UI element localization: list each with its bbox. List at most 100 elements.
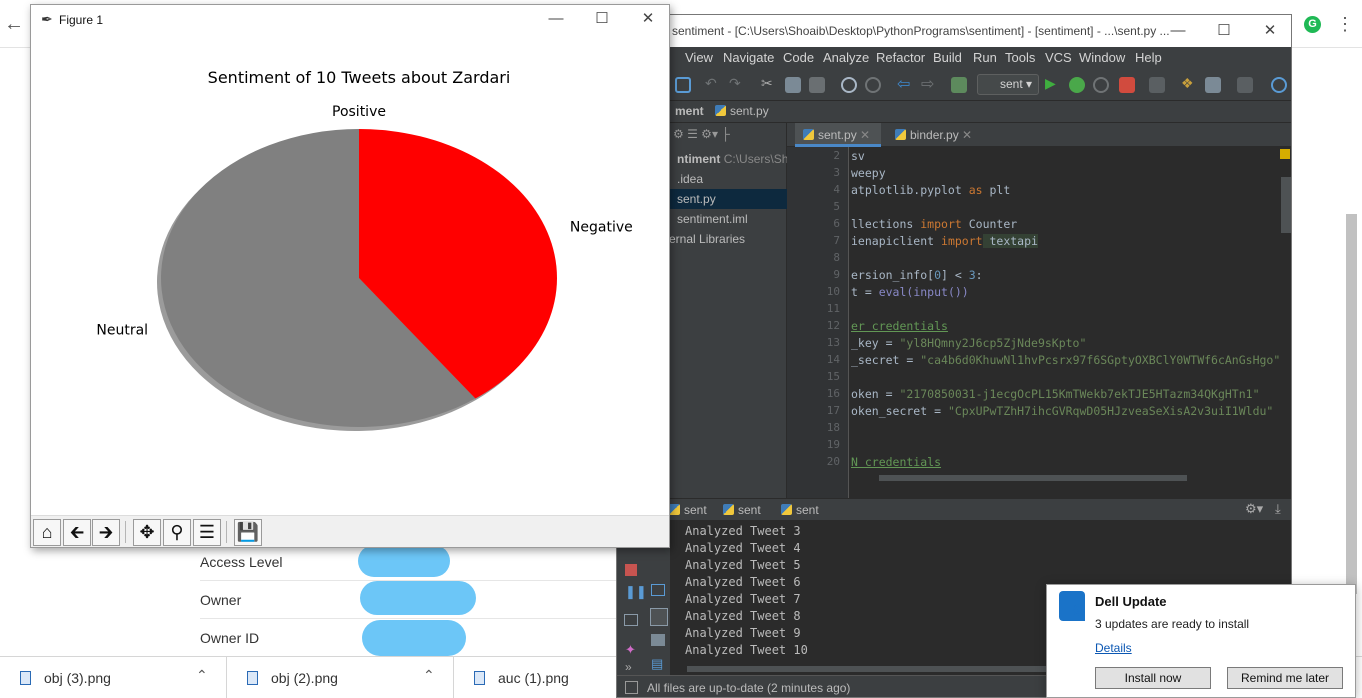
cut-icon[interactable]: ✂ xyxy=(761,75,777,91)
pan-icon[interactable]: ✥ xyxy=(133,519,161,546)
warning-marker[interactable] xyxy=(1280,149,1290,159)
remind-later-button[interactable]: Remind me later xyxy=(1227,667,1343,689)
toggle-panels-icon[interactable] xyxy=(625,681,638,694)
menu-view[interactable]: View xyxy=(685,50,713,65)
zoom-icon[interactable]: ⚲ xyxy=(163,519,191,546)
menu-bar: View Navigate Code Analyze Refactor Buil… xyxy=(617,47,1291,69)
menu-window[interactable]: Window xyxy=(1079,50,1125,65)
line-number: 15 xyxy=(826,370,840,383)
download-item[interactable]: auc (1).png xyxy=(454,657,634,698)
tab-close-icon[interactable]: ✕ xyxy=(962,128,972,142)
close-icon[interactable]: ✕ xyxy=(1255,19,1285,43)
gear-icon[interactable]: ⚙▾ xyxy=(1245,501,1263,517)
pause-icon[interactable]: ❚❚ xyxy=(625,584,647,600)
project-structure-icon[interactable] xyxy=(1205,77,1221,93)
run-icon[interactable]: ▶ xyxy=(1045,75,1061,91)
more-vert-icon[interactable]: ⋮ xyxy=(1336,12,1354,36)
run-config-value: sent xyxy=(1000,77,1023,91)
details-link[interactable]: Details xyxy=(1095,641,1132,655)
wrap-icon[interactable] xyxy=(651,584,665,596)
tab-binder-py[interactable]: binder.py ✕ xyxy=(883,123,983,147)
menu-code[interactable]: Code xyxy=(783,50,814,65)
find-icon[interactable] xyxy=(841,77,857,93)
chevron-up-icon[interactable]: ⌃ xyxy=(423,667,435,684)
paste-icon[interactable] xyxy=(809,77,825,93)
editor-scrollbar[interactable] xyxy=(1281,177,1291,233)
maximize-icon[interactable]: ☐ xyxy=(1209,19,1239,43)
menu-help[interactable]: Help xyxy=(1135,50,1162,65)
chevron-up-icon[interactable]: ⌃ xyxy=(196,667,208,684)
search-everywhere-icon[interactable] xyxy=(1271,77,1287,93)
menu-navigate[interactable]: Navigate xyxy=(723,50,774,65)
vcs-icon[interactable] xyxy=(1149,77,1165,93)
save-icon[interactable]: 💾 xyxy=(234,519,262,546)
build-icon[interactable] xyxy=(951,77,967,93)
console-h-scrollbar[interactable] xyxy=(687,666,1047,672)
menu-run[interactable]: Run xyxy=(973,50,997,65)
redo-icon[interactable]: ↷ xyxy=(729,75,745,91)
code-editor[interactable]: 2 3 4 5 6 7 8 9 10 11 12 13 14 15 16 17 … xyxy=(787,147,1291,498)
run-tab[interactable]: sent xyxy=(723,503,761,517)
more-icon[interactable]: » xyxy=(625,660,632,674)
tab-sent-py[interactable]: sent.py ✕ xyxy=(795,123,881,147)
replace-icon[interactable] xyxy=(865,77,881,93)
breadcrumb-project[interactable]: ment xyxy=(675,104,704,118)
line-number: 13 xyxy=(826,336,840,349)
line-number: 2 xyxy=(833,149,840,162)
line-number: 19 xyxy=(826,438,840,451)
plugin-icon[interactable] xyxy=(1237,77,1253,93)
download-item[interactable]: obj (2).png ⌃ xyxy=(227,657,454,698)
pie-chart: Sentiment of 10 Tweets about Zardari Pos… xyxy=(96,68,633,431)
home-icon[interactable]: ⌂ xyxy=(33,519,61,546)
python-file-icon xyxy=(781,504,792,515)
arrow-left-icon[interactable]: ← xyxy=(2,12,26,36)
close-icon[interactable]: ✕ xyxy=(633,7,663,31)
back-nav-icon[interactable]: ⇦ xyxy=(897,74,913,93)
run-tab[interactable]: sent xyxy=(669,503,707,517)
account-icon[interactable]: G xyxy=(1304,16,1321,33)
editor-h-scrollbar[interactable] xyxy=(879,475,1187,481)
forward-icon[interactable]: 🡲 xyxy=(92,519,120,546)
figure-window: ✒ Figure 1 — ☐ ✕ Sentiment of 10 Tweets … xyxy=(30,4,670,548)
minimize-icon[interactable]: — xyxy=(1163,19,1193,43)
menu-refactor[interactable]: Refactor xyxy=(876,50,925,65)
scroll-to-end-icon[interactable] xyxy=(650,608,668,626)
install-now-button[interactable]: Install now xyxy=(1095,667,1211,689)
copy-icon[interactable] xyxy=(785,77,801,93)
undo-icon[interactable]: ↶ xyxy=(705,75,721,91)
tree-item-label: sent.py xyxy=(677,192,716,206)
tab-label: binder.py xyxy=(910,128,959,142)
stop-icon[interactable] xyxy=(1119,77,1135,93)
trash-icon[interactable]: ▤ xyxy=(651,656,663,672)
hide-panel-icon[interactable]: ⤓ xyxy=(1275,501,1281,517)
pin-icon[interactable]: ✦ xyxy=(625,642,636,658)
menu-analyze[interactable]: Analyze xyxy=(823,50,869,65)
run-config-select[interactable]: sent ▾ xyxy=(977,74,1039,95)
back-icon[interactable]: 🡰 xyxy=(63,519,91,546)
figure-window-title: Figure 1 xyxy=(59,13,104,27)
stop-icon[interactable] xyxy=(625,564,637,576)
image-file-icon xyxy=(474,671,485,685)
debug-icon[interactable] xyxy=(1069,77,1085,93)
sync-icon[interactable] xyxy=(675,77,691,93)
menu-tools[interactable]: Tools xyxy=(1005,50,1035,65)
print-icon[interactable] xyxy=(651,634,665,646)
configure-subplots-icon[interactable]: ☰ xyxy=(193,519,221,546)
tab-close-icon[interactable]: ✕ xyxy=(860,128,870,142)
menu-vcs[interactable]: VCS xyxy=(1045,50,1072,65)
run-tab[interactable]: sent xyxy=(781,503,819,517)
layout-icon[interactable] xyxy=(624,614,638,626)
breadcrumb-file[interactable]: sent.py xyxy=(715,104,769,118)
python-file-icon xyxy=(715,105,726,116)
maximize-icon[interactable]: ☐ xyxy=(587,7,617,31)
coverage-icon[interactable] xyxy=(1093,77,1109,93)
download-item[interactable]: obj (3).png ⌃ xyxy=(0,657,227,698)
main-toolbar: ↶ ↷ ✂ ⇦ ⇨ sent ▾ ▶ ❖ xyxy=(617,69,1291,101)
forward-nav-icon[interactable]: ⇨ xyxy=(921,74,937,93)
browser-scrollbar[interactable] xyxy=(1346,214,1357,594)
menu-build[interactable]: Build xyxy=(933,50,962,65)
settings-wrench-icon[interactable]: ❖ xyxy=(1181,75,1197,91)
project-panel-toolbar: ⚙ ☰ ⚙▾ ├ xyxy=(673,127,730,141)
minimize-icon[interactable]: — xyxy=(541,7,571,31)
figure-titlebar: ✒ Figure 1 — ☐ ✕ xyxy=(31,5,669,35)
